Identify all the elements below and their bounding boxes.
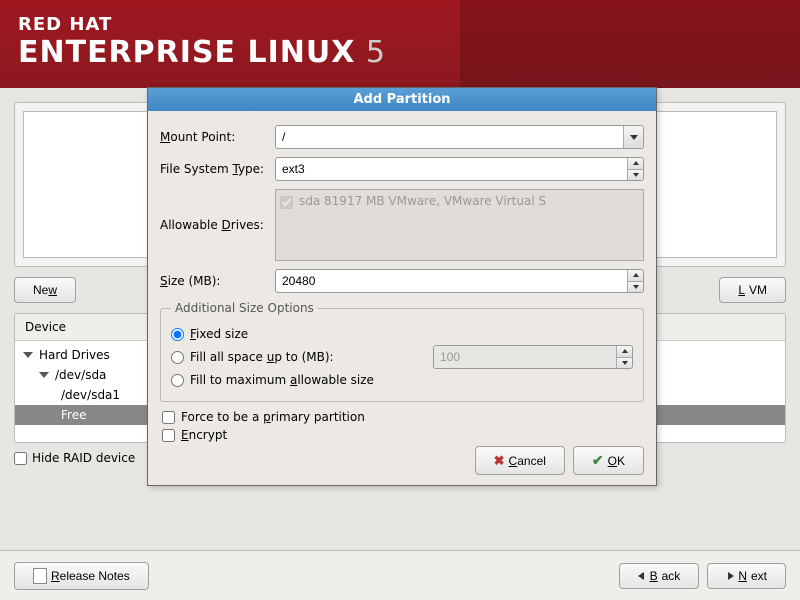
allowable-drives-list[interactable]: sda 81917 MB VMware, VMware Virtual S — [275, 189, 644, 261]
fstype-label: File System Type: — [160, 162, 275, 176]
add-partition-dialog: Add Partition Mount Point: File System T… — [147, 87, 657, 486]
next-button[interactable]: Next — [707, 563, 786, 589]
updown-icon[interactable] — [627, 158, 643, 180]
size-input[interactable] — [276, 270, 627, 292]
mount-point-label: Mount Point: — [160, 130, 275, 144]
fstype-combo[interactable] — [275, 157, 644, 181]
header-pattern — [460, 0, 800, 88]
cancel-button[interactable]: ✖ Cancel — [475, 446, 565, 475]
size-options-legend: Additional Size Options — [171, 301, 318, 315]
dialog-title: Add Partition — [148, 88, 656, 111]
footer-bar: Release Notes Back Next — [0, 550, 800, 600]
encrypt-checkbox[interactable] — [162, 429, 175, 442]
release-notes-button[interactable]: Release Notes — [14, 562, 149, 590]
updown-icon — [616, 346, 632, 368]
updown-icon[interactable] — [627, 270, 643, 292]
fixed-size-label: Fixed size — [190, 327, 248, 341]
fill-up-to-label: Fill all space up to (MB): — [190, 350, 334, 364]
ok-icon: ✔ — [592, 452, 604, 469]
drive-sda-checkbox — [280, 196, 293, 209]
ok-button[interactable]: ✔ OK — [573, 446, 644, 475]
mount-point-combo[interactable] — [275, 125, 644, 149]
lvm-button[interactable]: LVM — [719, 277, 786, 303]
hide-raid-checkbox[interactable] — [14, 452, 27, 465]
hide-raid-label: Hide RAID device — [32, 451, 135, 465]
new-button[interactable]: New — [14, 277, 76, 303]
mount-point-input[interactable] — [276, 126, 623, 148]
col-device[interactable]: Device — [15, 314, 155, 340]
size-spinner[interactable] — [275, 269, 644, 293]
back-button[interactable]: Back — [619, 563, 700, 589]
dropdown-icon[interactable] — [623, 126, 643, 148]
fill-up-to-input — [434, 346, 616, 368]
expand-icon — [39, 372, 49, 378]
expand-icon — [23, 352, 33, 358]
cancel-icon: ✖ — [494, 453, 505, 469]
fstype-value[interactable] — [276, 158, 627, 180]
fill-up-to-radio[interactable] — [171, 351, 184, 364]
encrypt-label: Encrypt — [181, 428, 227, 442]
size-label: Size (MB): — [160, 274, 275, 288]
fill-up-to-spinner — [433, 345, 633, 369]
arrow-left-icon — [638, 569, 646, 583]
fill-max-radio[interactable] — [171, 374, 184, 387]
arrow-right-icon — [726, 569, 734, 583]
force-primary-label: Force to be a primary partition — [181, 410, 365, 424]
drive-sda-label: sda 81917 MB VMware, VMware Virtual S — [299, 194, 546, 208]
document-icon — [33, 568, 47, 584]
fixed-size-radio[interactable] — [171, 328, 184, 341]
installer-header: RED HAT ENTERPRISE LINUX 5 — [0, 0, 800, 88]
force-primary-checkbox[interactable] — [162, 411, 175, 424]
fill-max-label: Fill to maximum allowable size — [190, 373, 374, 387]
size-options-fieldset: Additional Size Options Fixed size Fill … — [160, 301, 644, 402]
drives-label: Allowable Drives: — [160, 218, 275, 232]
